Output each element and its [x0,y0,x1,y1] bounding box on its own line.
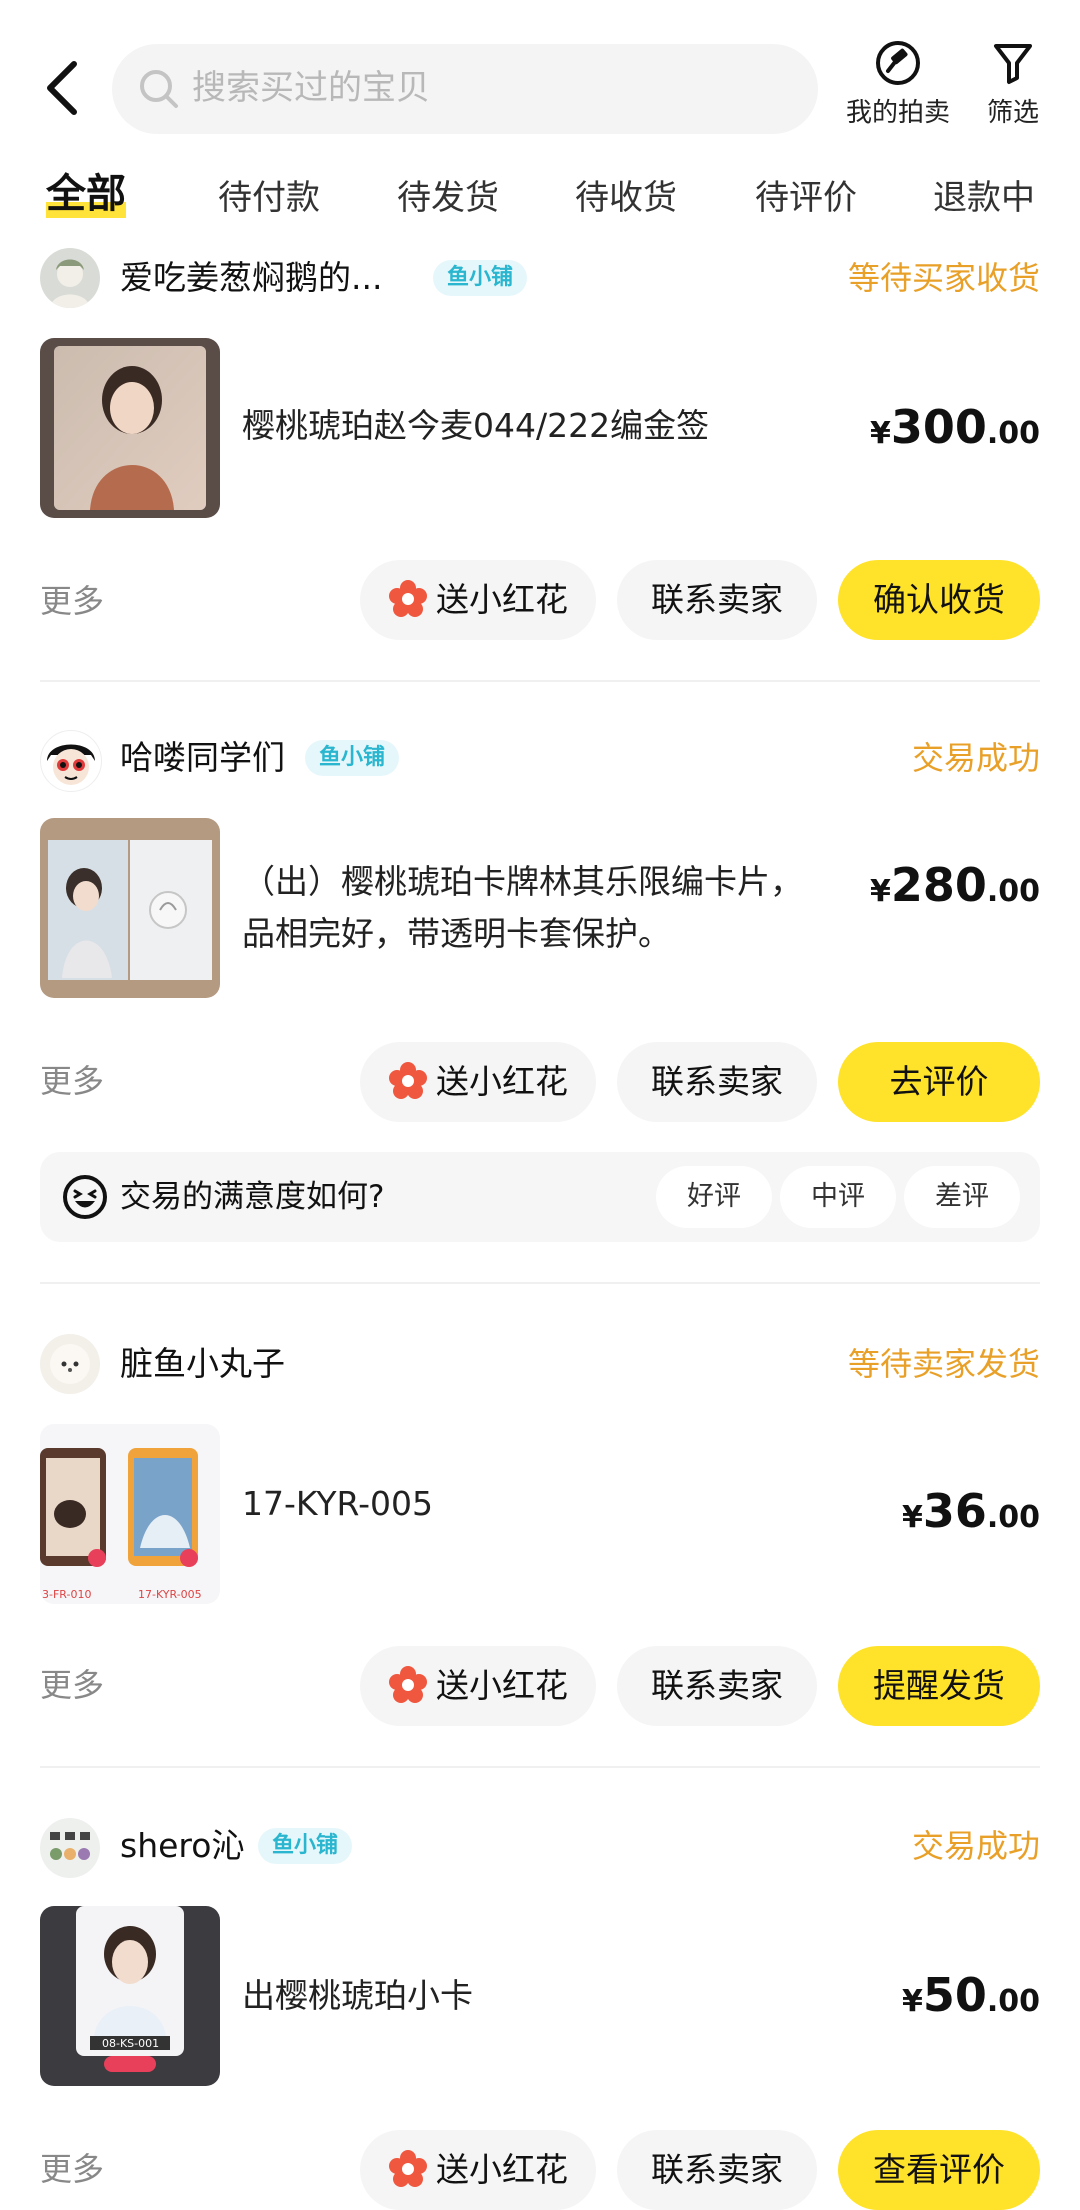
order-status: 交易成功 [911,1827,1040,1865]
satisfaction-survey: 交易的满意度如何? 好评 中评 差评 [40,1152,1040,1242]
tab-pending-payment[interactable]: 待付款 [218,172,320,224]
send-flower-button[interactable]: 送小红花 [360,560,596,640]
product-title[interactable]: （出）樱桃琥珀卡牌林其乐限编卡片，品相完好，带透明卡套保护。 [242,856,832,960]
more-link[interactable]: 更多 [40,576,104,626]
filter-button[interactable]: 筛选 [978,40,1048,130]
product-price: ¥280.00 [869,858,1040,912]
red-flower-icon [389,1061,427,1099]
send-flower-label: 送小红花 [436,1062,568,1101]
back-button[interactable] [40,58,84,118]
order-status: 交易成功 [911,739,1040,777]
product-price: ¥50.00 [901,1968,1040,2022]
tab-all-label: 全部 [46,171,126,217]
order-tabs: 全部 待付款 待发货 待收货 待评价 退款中 [0,168,1080,228]
more-link[interactable]: 更多 [40,1660,104,1710]
contact-seller-button[interactable]: 联系卖家 [617,1646,817,1726]
search-icon [140,70,178,108]
product-title[interactable]: 樱桃琥珀赵今麦044/222编金签 [242,400,822,452]
order-status: 等待卖家发货 [847,1345,1040,1383]
product-thumbnail[interactable]: 3-FR-010 17-KYR-005 [40,1424,220,1604]
seller-avatar[interactable] [40,248,100,308]
seller-name[interactable]: 脏鱼小丸子 [120,1334,285,1394]
my-auction-label: 我的拍卖 [845,98,950,128]
tab-refunding[interactable]: 退款中 [933,172,1035,224]
product-thumbnail[interactable] [40,818,220,998]
remind-shipment-button[interactable]: 提醒发货 [838,1646,1040,1726]
product-price: ¥300.00 [869,400,1040,454]
order-status: 等待买家收货 [847,259,1040,297]
product-title[interactable]: 17-KYR-005 [242,1478,742,1530]
send-flower-button[interactable]: 送小红花 [360,1042,596,1122]
good-rating-button[interactable]: 好评 [656,1166,772,1228]
happy-face-icon [63,1175,107,1219]
seller-name[interactable]: 爱吃姜葱焖鹅的... [120,248,382,308]
order-divider [40,1282,1040,1284]
neutral-rating-button[interactable]: 中评 [780,1166,896,1228]
back-arrow-icon [47,61,77,115]
product-thumbnail[interactable]: 08-KS-001 [40,1906,220,2086]
seller-name[interactable]: shero沁 [120,1816,244,1876]
filter-funnel-icon [994,44,1032,84]
red-flower-icon [389,2149,427,2187]
tab-all[interactable]: 全部 [46,168,126,220]
contact-seller-button[interactable]: 联系卖家 [617,560,817,640]
seller-avatar[interactable] [40,730,102,792]
tab-pending-receipt[interactable]: 待收货 [575,172,677,224]
filter-label: 筛选 [986,98,1039,128]
more-link[interactable]: 更多 [40,1056,104,1106]
tab-pending-shipment[interactable]: 待发货 [397,172,499,224]
contact-seller-button[interactable]: 联系卖家 [617,2130,817,2210]
product-thumbnail[interactable] [40,338,220,518]
card-code: 08-KS-001 [102,2037,159,2050]
red-flower-icon [389,579,427,617]
red-flower-icon [389,1665,427,1703]
more-link[interactable]: 更多 [40,2144,104,2194]
tab-pending-review[interactable]: 待评价 [755,172,857,224]
fish-shop-badge: 鱼小铺 [433,260,528,296]
fish-shop-badge: 鱼小铺 [258,1828,353,1864]
order-divider [40,680,1040,682]
write-review-button[interactable]: 去评价 [838,1042,1040,1122]
card-code-left: 3-FR-010 [42,1588,91,1601]
contact-seller-button[interactable]: 联系卖家 [617,1042,817,1122]
seller-avatar[interactable] [40,1818,100,1878]
card-code-right: 17-KYR-005 [138,1588,202,1601]
seller-avatar[interactable] [40,1334,100,1394]
send-flower-button[interactable]: 送小红花 [360,2130,596,2210]
order-divider [40,1766,1040,1768]
satisfaction-question: 交易的满意度如何? [120,1179,385,1215]
product-price: ¥36.00 [901,1484,1040,1538]
confirm-receipt-button[interactable]: 确认收货 [838,560,1040,640]
view-review-button[interactable]: 查看评价 [838,2130,1040,2210]
my-auction-button[interactable]: 我的拍卖 [842,40,954,130]
send-flower-label: 送小红花 [436,2150,568,2189]
seller-name[interactable]: 哈喽同学们 [120,728,285,788]
search-bar[interactable]: 搜索买过的宝贝 [112,44,818,134]
fish-shop-badge: 鱼小铺 [305,740,400,776]
auction-gavel-icon [876,41,920,85]
send-flower-button[interactable]: 送小红花 [360,1646,596,1726]
send-flower-label: 送小红花 [436,1666,568,1705]
search-placeholder: 搜索买过的宝贝 [192,68,430,108]
bad-rating-button[interactable]: 差评 [904,1166,1020,1228]
send-flower-label: 送小红花 [436,580,568,619]
product-title[interactable]: 出樱桃琥珀小卡 [242,1970,742,2022]
